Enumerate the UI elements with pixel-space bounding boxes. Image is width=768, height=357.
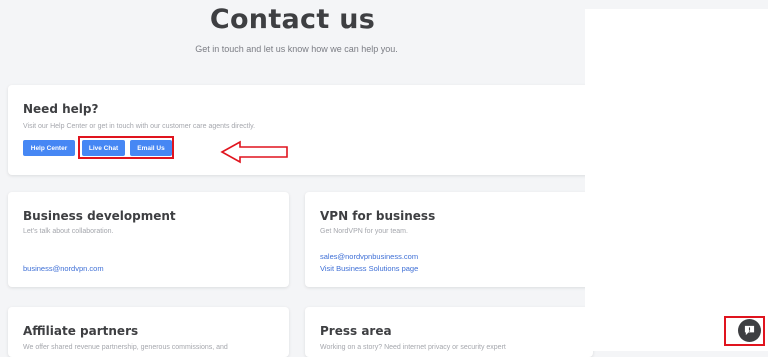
need-help-title: Need help? bbox=[23, 102, 99, 116]
page-title: Contact us bbox=[209, 4, 376, 35]
help-center-button[interactable]: Help Center bbox=[23, 140, 75, 156]
need-help-card: Need help? Visit our Help Center or get … bbox=[8, 85, 593, 175]
business-development-card: Business development Let's talk about co… bbox=[8, 192, 289, 287]
affiliate-title: Affiliate partners bbox=[23, 324, 139, 338]
business-solutions-link[interactable]: Visit Business Solutions page bbox=[320, 264, 418, 273]
left-arrow-icon bbox=[220, 140, 288, 164]
buttons-highlight bbox=[78, 136, 174, 159]
sales-email-link[interactable]: sales@nordvpnbusiness.com bbox=[320, 252, 418, 261]
press-title: Press area bbox=[320, 324, 392, 338]
press-description: Working on a story? Need internet privac… bbox=[320, 344, 506, 351]
business-development-title: Business development bbox=[23, 209, 176, 223]
business-development-description: Let's talk about collaboration. bbox=[23, 228, 114, 235]
vpn-business-title: VPN for business bbox=[320, 209, 436, 223]
press-card: Press area Working on a story? Need inte… bbox=[305, 307, 593, 357]
affiliate-description: We offer shared revenue partnership, gen… bbox=[23, 344, 228, 351]
need-help-description: Visit our Help Center or get in touch wi… bbox=[23, 123, 256, 130]
page-subtitle: Get in touch and let us know how we can … bbox=[195, 44, 398, 54]
vpn-business-description: Get NordVPN for your team. bbox=[320, 228, 408, 235]
vpn-business-card: VPN for business Get NordVPN for your te… bbox=[305, 192, 593, 287]
chat-side-panel bbox=[585, 9, 768, 351]
chat-launcher-highlight bbox=[724, 316, 765, 346]
affiliate-card: Affiliate partners We offer shared reven… bbox=[8, 307, 289, 357]
business-email-link[interactable]: business@nordvpn.com bbox=[23, 264, 104, 273]
